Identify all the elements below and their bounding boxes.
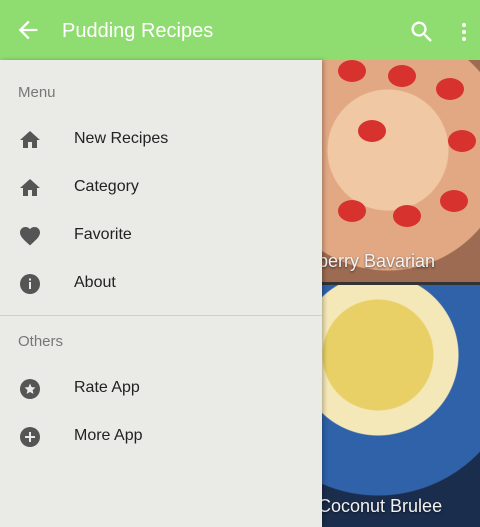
- drawer-item-label: New Recipes: [74, 130, 169, 147]
- strawberry-decoration: [338, 60, 366, 82]
- strawberry-decoration: [436, 78, 464, 100]
- drawer-item-about[interactable]: About: [0, 260, 322, 308]
- drawer-item-more-app[interactable]: More App: [0, 413, 322, 461]
- drawer-item-label: More App: [74, 427, 143, 444]
- recipe-title: berry Bavarian: [318, 251, 436, 271]
- home-icon: [20, 131, 40, 148]
- recipe-card[interactable]: Coconut Brulee: [318, 285, 480, 527]
- arrow-left-icon[interactable]: [14, 16, 42, 44]
- drawer-item-label: Favorite: [74, 226, 132, 243]
- strawberry-decoration: [448, 130, 476, 152]
- drawer-item-rate-app[interactable]: Rate App: [0, 365, 322, 413]
- home-icon: [20, 179, 40, 196]
- drawer-item-label: Rate App: [74, 379, 140, 396]
- section-label-others: Others: [18, 333, 64, 350]
- recipe-title: Coconut Brulee: [318, 496, 443, 516]
- drawer-item-label: About: [74, 274, 116, 291]
- recipe-card[interactable]: berry Bavarian: [318, 60, 480, 282]
- info-icon: [20, 274, 40, 294]
- drawer-item-favorite[interactable]: Favorite: [0, 212, 322, 260]
- strawberry-decoration: [388, 65, 416, 87]
- strawberry-decoration: [440, 190, 468, 212]
- star-circle-icon: [20, 379, 40, 399]
- app-bar: Pudding Recipes: [0, 0, 480, 60]
- navigation-drawer: Menu New Recipes Category Favorite About…: [0, 60, 322, 527]
- more-vert-icon[interactable]: [452, 18, 476, 46]
- strawberry-decoration: [358, 120, 386, 142]
- drawer-item-category[interactable]: Category: [0, 164, 322, 212]
- plus-circle-icon: [20, 427, 40, 447]
- search-icon[interactable]: [408, 18, 436, 46]
- drawer-item-new-recipes[interactable]: New Recipes: [0, 116, 322, 164]
- section-label-menu: Menu: [18, 84, 56, 101]
- divider: [0, 315, 322, 316]
- heart-icon: [20, 227, 40, 246]
- strawberry-decoration: [338, 200, 366, 222]
- strawberry-decoration: [393, 205, 421, 227]
- page-title: Pudding Recipes: [62, 20, 214, 42]
- drawer-item-label: Category: [74, 178, 139, 195]
